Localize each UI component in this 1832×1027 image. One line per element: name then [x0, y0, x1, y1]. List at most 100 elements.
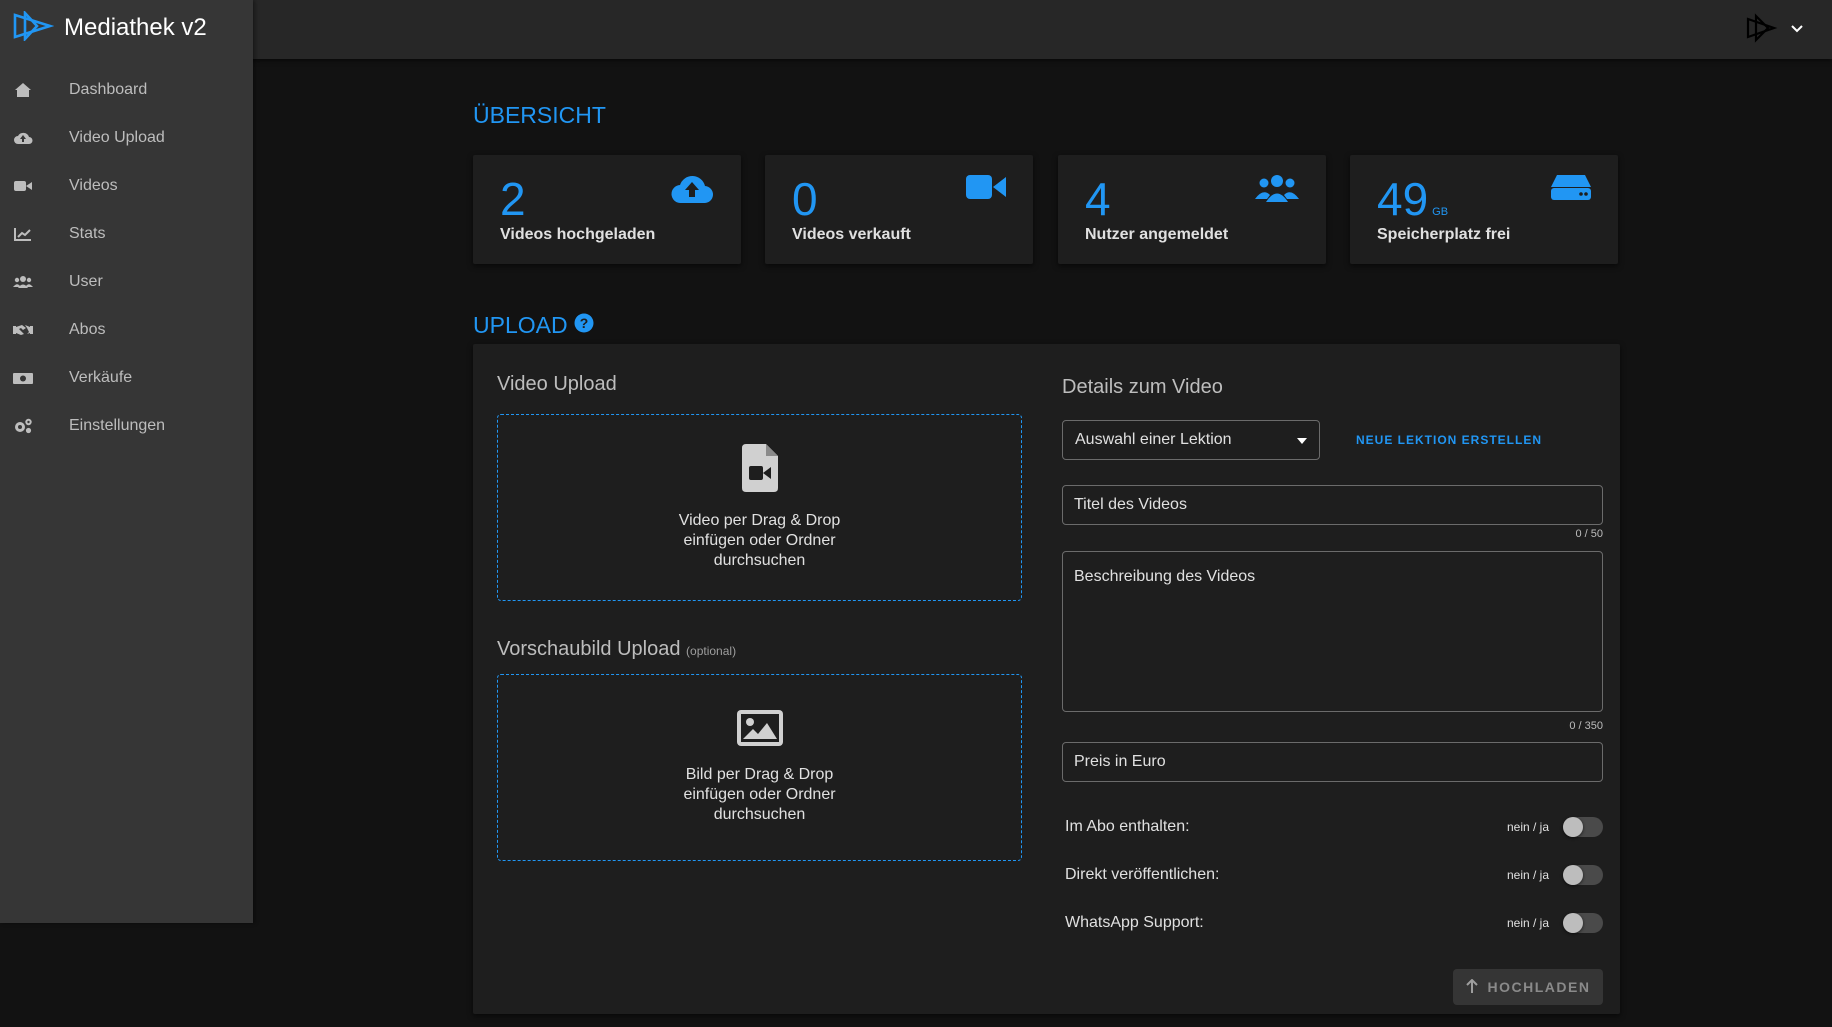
brand[interactable]: Mediathek v2 — [0, 0, 253, 56]
toggle-hint: nein / ja — [1506, 820, 1549, 834]
sidebar-item-video-upload[interactable]: Video Upload — [0, 114, 253, 162]
stat-value: 2 — [500, 172, 526, 226]
upload-panel: Video Upload Video per Drag & Drop einfü… — [473, 344, 1620, 1014]
sidebar-item-einstellungen[interactable]: Einstellungen — [0, 402, 253, 450]
description-counter: 0 / 350 — [1569, 720, 1603, 732]
logo-icon — [12, 9, 55, 46]
upload-submit-button[interactable]: HOCHLADEN — [1453, 969, 1603, 1005]
stat-label: Videos hochgeladen — [500, 226, 656, 243]
lesson-select-value: Auswahl einer Lektion — [1075, 431, 1232, 448]
sidebar-item-label: Video Upload — [69, 129, 165, 146]
dropzone-text: Video per Drag & Drop einfügen oder Ordn… — [678, 512, 841, 569]
user-logo-icon[interactable] — [1744, 12, 1780, 48]
hdd-icon — [1551, 173, 1591, 206]
help-icon[interactable]: ? — [574, 312, 594, 339]
upload-submit-label: HOCHLADEN — [1487, 979, 1591, 995]
app-title: Mediathek v2 — [64, 14, 207, 41]
sidebar-item-abos[interactable]: Abos — [0, 306, 253, 354]
upload-title-text: UPLOAD — [473, 312, 568, 338]
details-title: Details zum Video — [1062, 376, 1223, 398]
sidebar-item-videos[interactable]: Videos — [0, 162, 253, 210]
switch-knob — [1563, 817, 1583, 837]
stat-card-sold: 0 Videos verkauft — [765, 155, 1033, 264]
stat-card-storage: 49 GB Speicherplatz frei — [1350, 155, 1618, 264]
switch-knob — [1563, 913, 1583, 933]
toggle-row-publish: Direkt veröffentlichen: nein / ja — [1065, 860, 1603, 890]
stat-card-users: 4 Nutzer angemeldet — [1058, 155, 1326, 264]
dropzone-text: Bild per Drag & Drop einfügen oder Ordne… — [683, 766, 836, 823]
toggle-row-whatsapp: WhatsApp Support: nein / ja — [1065, 908, 1603, 938]
money-icon — [12, 369, 34, 387]
cogs-icon — [12, 417, 34, 435]
top-app-bar — [0, 0, 1832, 59]
toggle-label: Im Abo enthalten: — [1065, 818, 1190, 835]
sidebar-item-dashboard[interactable]: Dashboard — [0, 66, 253, 114]
overview-title: ÜBERSICHT — [473, 102, 606, 129]
stat-label: Videos verkauft — [792, 226, 911, 243]
toggle-row-abo: Im Abo enthalten: nein / ja — [1065, 812, 1603, 842]
stat-unit: GB — [1432, 206, 1449, 218]
toggle-hint: nein / ja — [1506, 916, 1549, 930]
whatsapp-switch[interactable] — [1563, 913, 1603, 933]
sidebar-item-label: Dashboard — [69, 81, 148, 98]
stat-number: 49 — [1377, 173, 1429, 225]
stat-value: 4 — [1085, 172, 1111, 226]
sidebar-item-label: User — [69, 273, 103, 290]
image-icon — [736, 710, 783, 751]
cloud-upload-icon — [670, 173, 714, 210]
toggle-control: nein / ja — [1507, 865, 1603, 885]
sidebar-item-label: Stats — [69, 225, 106, 242]
sidebar-item-verkaeufe[interactable]: Verkäufe — [0, 354, 253, 402]
stat-label: Speicherplatz frei — [1377, 226, 1511, 243]
arrow-up-icon — [1465, 978, 1478, 996]
stat-value: 49 GB — [1377, 172, 1448, 226]
toggle-control: nein / ja — [1507, 913, 1603, 933]
sidebar-item-stats[interactable]: Stats — [0, 210, 253, 258]
video-camera-icon — [12, 177, 34, 195]
sidebar: Mediathek v2 Dashboard Video Upload Vide… — [0, 0, 253, 923]
handshake-icon — [12, 321, 34, 339]
account-menu[interactable] — [1744, 10, 1804, 50]
video-upload-title: Video Upload — [497, 373, 617, 395]
users-icon — [1255, 173, 1299, 208]
thumbnail-upload-title-text: Vorschaubild Upload — [497, 638, 681, 660]
title-counter: 0 / 50 — [1575, 528, 1603, 540]
stat-card-uploaded: 2 Videos hochgeladen — [473, 155, 741, 264]
overview-title-text: ÜBERSICHT — [473, 102, 606, 128]
chart-line-icon — [12, 225, 34, 243]
lesson-select[interactable]: Auswahl einer Lektion — [1062, 420, 1320, 460]
sidebar-item-label: Abos — [69, 321, 106, 338]
users-icon — [12, 273, 34, 291]
toggle-label: WhatsApp Support: — [1065, 914, 1204, 931]
upload-title: UPLOAD ? — [473, 312, 594, 339]
cloud-upload-icon — [12, 129, 34, 147]
new-lesson-button[interactable]: NEUE LEKTION ERSTELLEN — [1356, 426, 1542, 454]
abo-switch[interactable] — [1563, 817, 1603, 837]
toggle-label: Direkt veröffentlichen: — [1065, 866, 1220, 883]
thumbnail-dropzone[interactable]: Bild per Drag & Drop einfügen oder Ordne… — [497, 674, 1022, 861]
sidebar-item-label: Verkäufe — [69, 369, 133, 386]
publish-switch[interactable] — [1563, 865, 1603, 885]
sidebar-item-label: Videos — [69, 177, 118, 194]
file-video-icon — [741, 444, 778, 497]
video-camera-icon — [966, 173, 1006, 206]
chevron-down-icon[interactable] — [1790, 21, 1804, 39]
price-input[interactable] — [1062, 742, 1603, 782]
sidebar-item-label: Einstellungen — [69, 417, 166, 434]
thumbnail-upload-title: Vorschaubild Upload (optional) — [497, 638, 736, 661]
sidebar-nav: Dashboard Video Upload Videos Stats User — [0, 66, 253, 450]
toggle-hint: nein / ja — [1506, 868, 1549, 882]
switch-knob — [1563, 865, 1583, 885]
svg-text:?: ? — [579, 315, 588, 331]
stat-number: 2 — [500, 173, 526, 225]
sidebar-item-user[interactable]: User — [0, 258, 253, 306]
stat-number: 0 — [792, 173, 818, 225]
stat-value: 0 — [792, 172, 818, 226]
video-title-input[interactable] — [1062, 485, 1603, 525]
video-dropzone[interactable]: Video per Drag & Drop einfügen oder Ordn… — [497, 414, 1022, 601]
stat-number: 4 — [1085, 173, 1111, 225]
stat-label: Nutzer angemeldet — [1085, 226, 1229, 243]
toggle-control: nein / ja — [1507, 817, 1603, 837]
video-description-input[interactable] — [1062, 551, 1603, 712]
caret-down-icon — [1297, 431, 1307, 449]
